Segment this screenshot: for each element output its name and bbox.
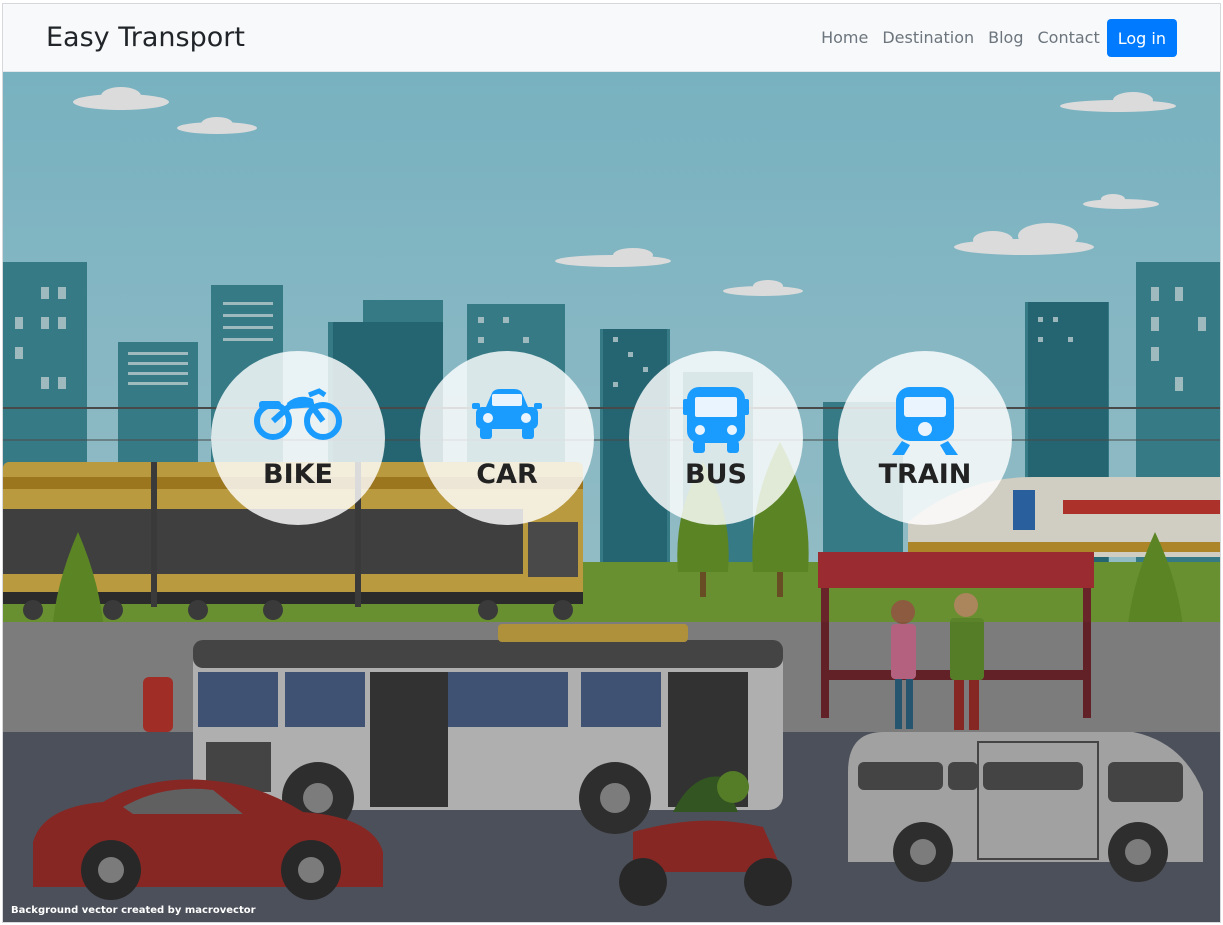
- car-icon: [472, 385, 542, 446]
- navbar: Easy Transport Home Destination Blog Con…: [3, 4, 1220, 72]
- brand-link[interactable]: Easy Transport: [46, 22, 245, 53]
- nav-blog-link[interactable]: Blog: [981, 19, 1030, 57]
- nav-contact-link[interactable]: Contact: [1031, 19, 1107, 57]
- background-credit: Background vector created by macrovector: [11, 905, 256, 916]
- nav-menu: Home Destination Blog Contact Log in: [814, 19, 1177, 57]
- page-frame: Easy Transport Home Destination Blog Con…: [2, 3, 1221, 923]
- car-label: CAR: [476, 459, 538, 490]
- train-label: TRAIN: [878, 459, 972, 490]
- car-option[interactable]: CAR: [420, 351, 594, 525]
- bike-option[interactable]: BIKE: [211, 351, 385, 525]
- bus-label: BUS: [685, 459, 747, 490]
- nav-home-link[interactable]: Home: [814, 19, 875, 57]
- bus-icon: [681, 385, 751, 460]
- hero-section: BIKE CAR BUS TRAIN Background vector cre…: [3, 72, 1220, 922]
- train-option[interactable]: TRAIN: [838, 351, 1012, 525]
- city-transport-illustration: [3, 72, 1220, 922]
- nav-destination-link[interactable]: Destination: [875, 19, 981, 57]
- bike-label: BIKE: [263, 459, 333, 490]
- train-icon: [892, 385, 958, 460]
- motorcycle-icon: [253, 385, 343, 446]
- login-button[interactable]: Log in: [1106, 19, 1177, 57]
- bus-option[interactable]: BUS: [629, 351, 803, 525]
